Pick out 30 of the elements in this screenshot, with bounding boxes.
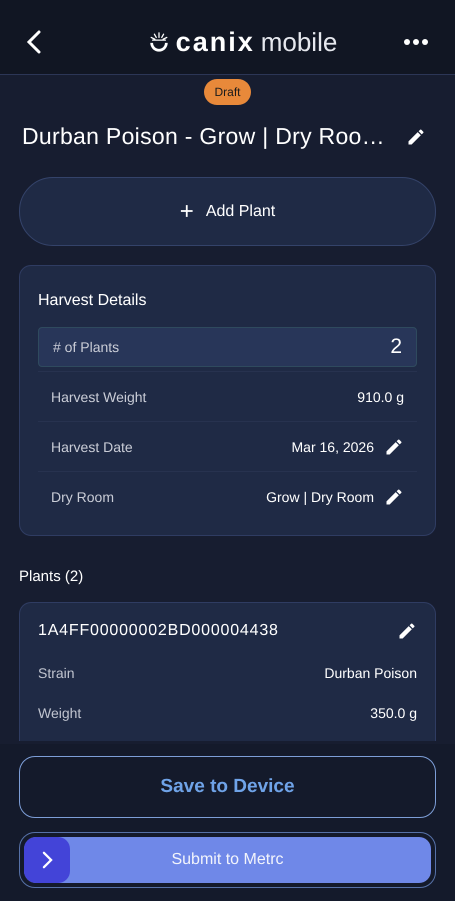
more-icon[interactable]	[402, 38, 429, 46]
harvest-title: Durban Poison - Grow | Dry Roo…	[22, 123, 385, 150]
plant-tag-id: 1A4FF00000002BD000004438	[38, 622, 279, 640]
section-heading: Harvest Details	[38, 292, 148, 310]
detail-value: Mar 16, 2026	[292, 438, 374, 454]
add-plant-button[interactable]: + Add Plant	[19, 177, 436, 246]
detail-label: Dry Room	[51, 488, 114, 504]
back-icon[interactable]	[26, 30, 42, 54]
status-badge: Draft	[204, 79, 250, 105]
pencil-icon[interactable]	[384, 486, 404, 506]
plant-field-value: Durban Poison	[324, 665, 417, 681]
pencil-icon[interactable]	[406, 126, 426, 146]
chevron-right-icon	[42, 851, 52, 869]
plant-count-field[interactable]: # of Plants 2	[38, 327, 417, 367]
plants-heading: Plants (2)	[19, 568, 84, 585]
pencil-icon[interactable]	[397, 621, 417, 641]
plant-field-label: Weight	[38, 705, 82, 721]
slider-handle[interactable]	[24, 837, 70, 883]
plant-field-value: 350.0 g	[370, 705, 417, 721]
detail-value: 910.0 g	[357, 388, 404, 404]
plant-field-label: Strain	[38, 665, 75, 681]
pencil-icon[interactable]	[384, 436, 404, 456]
sun-smile-icon	[148, 31, 170, 53]
detail-label: Harvest Date	[51, 438, 133, 454]
brand-name: canix	[176, 26, 255, 58]
save-to-device-button[interactable]: Save to Device	[19, 756, 436, 818]
slider-label: Submit to Metrc	[171, 851, 284, 869]
product-name: mobile	[260, 26, 338, 58]
detail-label: Harvest Weight	[51, 388, 146, 404]
detail-value: Grow | Dry Room	[266, 488, 374, 504]
